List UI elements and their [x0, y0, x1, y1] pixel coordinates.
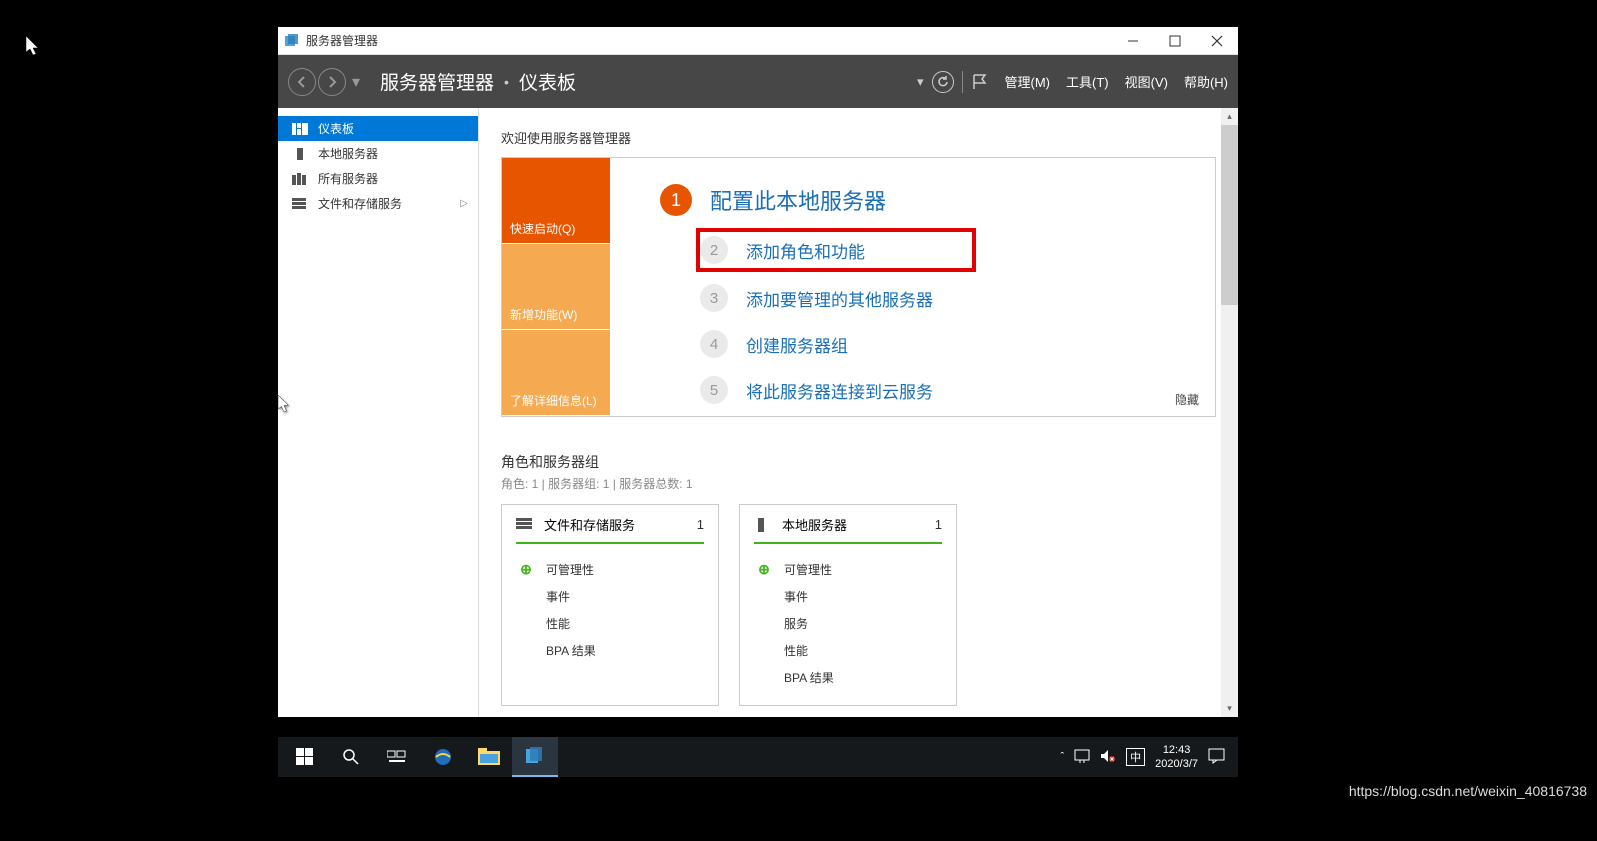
nav-back-button[interactable] [288, 68, 316, 96]
scroll-down-icon[interactable]: ▾ [1221, 700, 1238, 717]
dashboard-icon [292, 123, 308, 135]
refresh-dropdown-icon[interactable]: ▾ [917, 74, 924, 90]
server-icon [292, 148, 308, 160]
welcome-tab-learnmore[interactable]: 了解详细信息(L) [502, 330, 610, 416]
start-button[interactable] [282, 737, 328, 777]
sidebar-item-file-storage[interactable]: 文件和存储服务 ▷ [278, 191, 478, 216]
tray-chevron-icon[interactable]: ˆ [1061, 751, 1065, 763]
volume-icon[interactable] [1100, 749, 1116, 766]
tile-count: 1 [697, 517, 704, 532]
chevron-right-icon: ▷ [460, 198, 468, 209]
menu-help[interactable]: 帮助(H) [1184, 72, 1228, 91]
scrollbar-thumb[interactable] [1221, 125, 1238, 305]
welcome-title: 欢迎使用服务器管理器 [501, 128, 1216, 147]
tile-title: 本地服务器 [782, 515, 935, 534]
sidebar: 仪表板 本地服务器 所有服务器 文件和存储服务 ▷ [278, 108, 479, 717]
sidebar-label: 文件和存储服务 [318, 195, 402, 212]
sidebar-label: 本地服务器 [318, 145, 378, 162]
watermark: https://blog.csdn.net/weixin_40816738 [1349, 783, 1587, 799]
welcome-tab-whatsnew[interactable]: 新增功能(W) [502, 244, 610, 330]
step-number: 1 [660, 184, 692, 216]
nav-forward-button[interactable] [318, 68, 346, 96]
step-add-roles-features[interactable]: 2 添加角色和功能 [696, 228, 976, 272]
refresh-button[interactable] [932, 71, 954, 93]
scroll-up-icon[interactable]: ▴ [1221, 108, 1238, 125]
tile-file-storage[interactable]: 文件和存储服务 1 ⊕可管理性 事件 性能 BPA 结果 [501, 504, 719, 706]
ime-indicator[interactable]: 中 [1126, 748, 1145, 766]
minimize-button[interactable] [1118, 31, 1148, 51]
breadcrumb-current: 仪表板 [519, 68, 576, 95]
tile-local-server[interactable]: 本地服务器 1 ⊕可管理性 事件 服务 性能 BPA 结果 [739, 504, 957, 706]
tile-row-bpa[interactable]: BPA 结果 [516, 637, 704, 664]
step-add-other-servers[interactable]: 3 添加要管理的其他服务器 [700, 278, 1215, 318]
step-number: 5 [700, 376, 728, 404]
action-center-icon[interactable] [1208, 748, 1226, 767]
tile-row-performance[interactable]: 性能 [516, 610, 704, 637]
welcome-panel: 快速启动(Q) 新增功能(W) 了解详细信息(L) 1 配置此本地服务器 2 添… [501, 157, 1216, 417]
step-text: 创建服务器组 [746, 332, 848, 357]
sidebar-item-local-server[interactable]: 本地服务器 [278, 141, 478, 166]
tile-row-performance[interactable]: 性能 [754, 637, 942, 664]
welcome-tab-quickstart[interactable]: 快速启动(Q) [502, 158, 610, 244]
breadcrumb: 服务器管理器 • 仪表板 [380, 68, 917, 95]
sidebar-label: 所有服务器 [318, 170, 378, 187]
ie-button[interactable] [420, 737, 466, 777]
sidebar-label: 仪表板 [318, 120, 354, 137]
storage-icon [292, 198, 308, 210]
scrollbar[interactable]: ▴ ▾ [1221, 108, 1238, 717]
window-title: 服务器管理器 [306, 32, 1118, 49]
tile-count: 1 [935, 517, 942, 532]
main-content: ▴ ▾ 欢迎使用服务器管理器 快速启动(Q) 新增功能(W) 了解详细信息(L)… [479, 108, 1238, 717]
search-button[interactable] [328, 737, 374, 777]
header: ▾ 服务器管理器 • 仪表板 ▾ 管理(M) 工具(T) 视图(V) 帮助(H) [278, 55, 1238, 108]
titlebar: 服务器管理器 [278, 27, 1238, 55]
tile-title: 文件和存储服务 [544, 515, 697, 534]
tile-row-bpa[interactable]: BPA 结果 [754, 664, 942, 691]
step-create-server-group[interactable]: 4 创建服务器组 [700, 324, 1215, 364]
step-configure-server[interactable]: 1 配置此本地服务器 [660, 178, 1215, 222]
nav-history-dropdown[interactable]: ▾ [352, 72, 360, 92]
hide-link[interactable]: 隐藏 [1175, 391, 1199, 408]
step-number: 4 [700, 330, 728, 358]
tile-row-services[interactable]: 服务 [754, 610, 942, 637]
tile-row-manageability[interactable]: ⊕可管理性 [516, 556, 704, 583]
step-text: 添加要管理的其他服务器 [746, 286, 933, 311]
network-icon[interactable] [1074, 749, 1090, 766]
step-text: 配置此本地服务器 [710, 184, 886, 216]
storage-icon [516, 518, 534, 532]
step-text: 添加角色和功能 [746, 238, 865, 263]
step-text: 将此服务器连接到云服务 [746, 378, 933, 403]
server-icon [754, 518, 772, 532]
tile-row-events[interactable]: 事件 [516, 583, 704, 610]
sidebar-item-all-servers[interactable]: 所有服务器 [278, 166, 478, 191]
server-manager-window: 服务器管理器 ▾ 服务器管理器 • 仪表板 ▾ 管理(M) 工具(T) [278, 27, 1238, 717]
menu-tools[interactable]: 工具(T) [1066, 72, 1109, 91]
tile-row-events[interactable]: 事件 [754, 583, 942, 610]
breadcrumb-separator: • [504, 74, 509, 90]
app-icon [284, 33, 300, 49]
step-number: 3 [700, 284, 728, 312]
menu-view[interactable]: 视图(V) [1125, 72, 1168, 91]
task-view-button[interactable] [374, 737, 420, 777]
close-button[interactable] [1202, 31, 1232, 51]
notifications-icon[interactable] [971, 73, 989, 91]
servers-icon [292, 173, 308, 185]
step-number: 2 [700, 236, 728, 264]
tile-row-manageability[interactable]: ⊕可管理性 [754, 556, 942, 583]
taskbar: ˆ 中 12:43 2020/3/7 [278, 737, 1238, 777]
explorer-button[interactable] [466, 737, 512, 777]
sidebar-item-dashboard[interactable]: 仪表板 [278, 116, 478, 141]
roles-subtitle: 角色: 1 | 服务器组: 1 | 服务器总数: 1 [501, 475, 1216, 492]
maximize-button[interactable] [1160, 31, 1190, 51]
step-connect-cloud[interactable]: 5 将此服务器连接到云服务 [700, 370, 1215, 410]
clock[interactable]: 12:43 2020/3/7 [1155, 743, 1198, 772]
breadcrumb-root[interactable]: 服务器管理器 [380, 68, 494, 95]
roles-title: 角色和服务器组 [501, 452, 1216, 472]
server-manager-task[interactable] [512, 737, 558, 777]
menu-manage[interactable]: 管理(M) [1005, 72, 1051, 91]
